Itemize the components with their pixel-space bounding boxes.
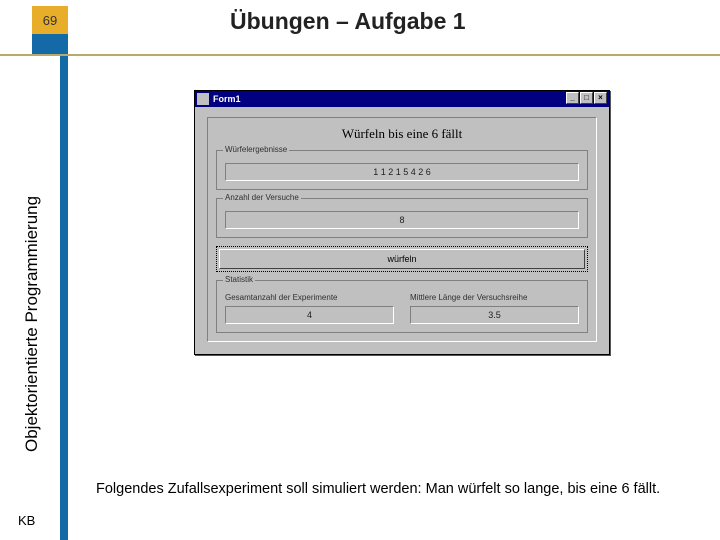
header-accent — [32, 34, 68, 54]
vertical-accent — [60, 56, 68, 540]
slide-description: Folgendes Zufallsexperiment soll simulie… — [96, 480, 686, 500]
stat-experiments: Gesamtanzahl der Experimente 4 — [225, 293, 394, 324]
group-attempts: Anzahl der Versuche 8 — [216, 198, 588, 238]
group-stats: Statistik Gesamtanzahl der Experimente 4… — [216, 280, 588, 333]
minimize-button[interactable]: _ — [566, 92, 579, 104]
maximize-button[interactable]: □ — [580, 92, 593, 104]
slide-header: 69 Übungen – Aufgabe 1 — [0, 0, 720, 56]
focus-ring: würfeln — [216, 246, 588, 272]
titlebar: Form1 _ □ × — [195, 91, 609, 107]
client-area: Würfeln bis eine 6 fällt Würfelergebniss… — [195, 107, 609, 354]
stat-experiments-label: Gesamtanzahl der Experimente — [225, 293, 394, 302]
close-button[interactable]: × — [594, 92, 607, 104]
panel-caption: Würfeln bis eine 6 fällt — [216, 126, 588, 142]
page-number: 69 — [32, 6, 68, 34]
results-value: 1 1 2 1 5 4 2 6 — [225, 163, 579, 181]
sidebar-label: Objektorientierte Programmierung — [22, 196, 42, 452]
window-buttons: _ □ × — [566, 92, 607, 104]
slide-title: Übungen – Aufgabe 1 — [230, 8, 466, 35]
stat-experiments-value: 4 — [225, 306, 394, 324]
stats-row: Gesamtanzahl der Experimente 4 Mittlere … — [225, 293, 579, 324]
group-results: Würfelergebnisse 1 1 2 1 5 4 2 6 — [216, 150, 588, 190]
roll-button[interactable]: würfeln — [219, 249, 585, 269]
app-icon — [197, 93, 209, 105]
group-attempts-label: Anzahl der Versuche — [223, 193, 301, 202]
stat-mean-value: 3.5 — [410, 306, 579, 324]
app-window: Form1 _ □ × Würfeln bis eine 6 fällt Wür… — [194, 90, 610, 355]
group-stats-label: Statistik — [223, 275, 255, 284]
window-title: Form1 — [213, 94, 241, 104]
main-panel: Würfeln bis eine 6 fällt Würfelergebniss… — [207, 117, 597, 342]
stat-mean-label: Mittlere Länge der Versuchsreihe — [410, 293, 579, 302]
slide-footer: KB — [18, 513, 35, 528]
attempts-value: 8 — [225, 211, 579, 229]
group-results-label: Würfelergebnisse — [223, 145, 289, 154]
stat-mean: Mittlere Länge der Versuchsreihe 3.5 — [410, 293, 579, 324]
